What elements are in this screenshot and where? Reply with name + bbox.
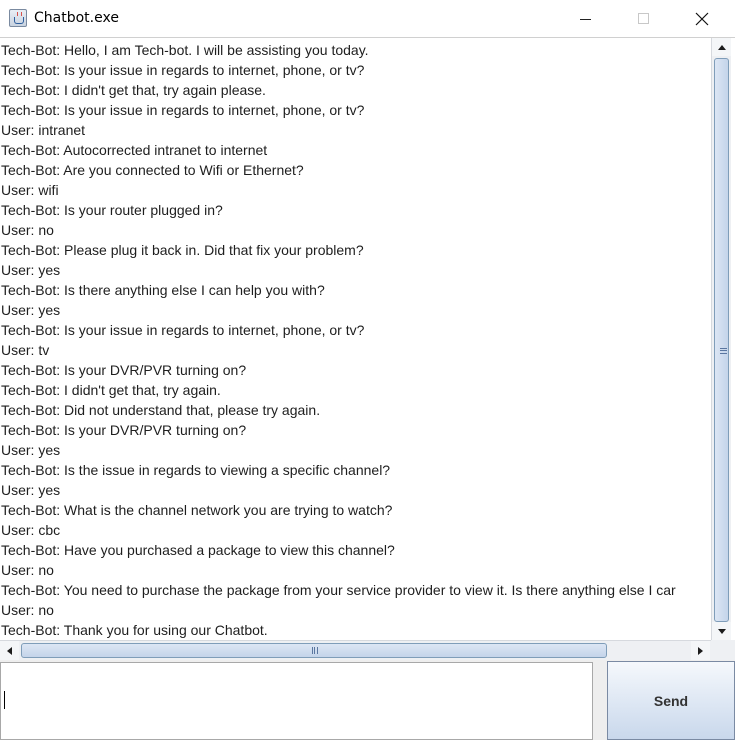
chat-message: User: yes (1, 482, 61, 498)
chat-message: Tech-Bot: Is your DVR/PVR turning on? (1, 422, 247, 438)
arrow-down-icon (717, 628, 726, 634)
arrow-up-icon (717, 44, 726, 50)
chat-message: Tech-Bot: Are you connected to Wifi or E… (1, 162, 304, 178)
chat-message: Tech-Bot: Hello, I am Tech-bot. I will b… (1, 42, 369, 58)
title-bar: Chatbot.exe (0, 0, 735, 37)
text-caret (4, 691, 5, 709)
window-title: Chatbot.exe (34, 10, 119, 26)
java-cup-icon (9, 9, 27, 27)
scroll-up-button[interactable] (712, 38, 731, 56)
chat-message: Tech-Bot: I didn't get that, try again p… (1, 82, 266, 98)
grip-icon (312, 647, 318, 654)
scroll-right-button[interactable] (691, 641, 710, 660)
send-button[interactable]: Send (607, 661, 735, 740)
grip-icon (720, 348, 727, 354)
minimize-icon (579, 18, 591, 20)
chat-message: User: no (1, 602, 54, 618)
message-input[interactable] (0, 662, 593, 740)
horizontal-scrollbar[interactable] (0, 640, 711, 660)
chat-message: Tech-Bot: What is the channel network yo… (1, 502, 393, 518)
chat-message: Tech-Bot: I didn't get that, try again. (1, 382, 221, 398)
maximize-button[interactable] (620, 0, 666, 37)
chat-message: User: tv (1, 342, 50, 358)
chat-message: Tech-Bot: Is your router plugged in? (1, 202, 223, 218)
minimize-button[interactable] (562, 0, 608, 37)
chat-message: Tech-Bot: Autocorrected intranet to inte… (1, 142, 268, 158)
chat-message: Tech-Bot: Is there anything else I can h… (1, 282, 325, 298)
scroll-down-button[interactable] (712, 622, 731, 640)
chat-message: Tech-Bot: You need to purchase the packa… (1, 582, 676, 598)
chat-message: Tech-Bot: Is your issue in regards to in… (1, 322, 365, 338)
chat-message: Tech-Bot: Did not understand that, pleas… (1, 402, 321, 418)
maximize-icon (637, 13, 649, 24)
chat-message: Tech-Bot: Is your DVR/PVR turning on? (1, 362, 247, 378)
chat-text-area[interactable]: Tech-Bot: Hello, I am Tech-bot. I will b… (1, 40, 711, 640)
chat-message: Tech-Bot: Thank you for using our Chatbo… (1, 622, 268, 638)
chat-message: User: wifi (1, 182, 59, 198)
chat-message: User: yes (1, 262, 61, 278)
chat-message: User: no (1, 222, 54, 238)
arrow-right-icon (698, 646, 703, 655)
scroll-left-button[interactable] (0, 641, 19, 660)
scroll-corner (711, 640, 735, 660)
chat-log[interactable]: Tech-Bot: Hello, I am Tech-bot. I will b… (0, 37, 735, 660)
chat-message: User: yes (1, 302, 61, 318)
close-icon (695, 12, 709, 25)
chat-message: Tech-Bot: Have you purchased a package t… (1, 542, 395, 558)
close-button[interactable] (679, 0, 725, 37)
chat-message: User: cbc (1, 522, 61, 538)
horizontal-scroll-thumb[interactable] (21, 643, 607, 658)
vertical-scrollbar[interactable] (711, 38, 731, 640)
arrow-left-icon (7, 646, 12, 655)
input-panel: Send (0, 660, 735, 740)
chat-message: Tech-Bot: Is the issue in regards to vie… (1, 462, 391, 478)
chat-message: Tech-Bot: Please plug it back in. Did th… (1, 242, 364, 258)
vertical-scroll-thumb[interactable] (714, 58, 729, 622)
chat-message: User: no (1, 562, 54, 578)
chat-message: User: yes (1, 442, 61, 458)
chat-message: User: intranet (1, 122, 86, 138)
chat-message: Tech-Bot: Is your issue in regards to in… (1, 62, 365, 78)
chat-message: Tech-Bot: Is your issue in regards to in… (1, 102, 365, 118)
